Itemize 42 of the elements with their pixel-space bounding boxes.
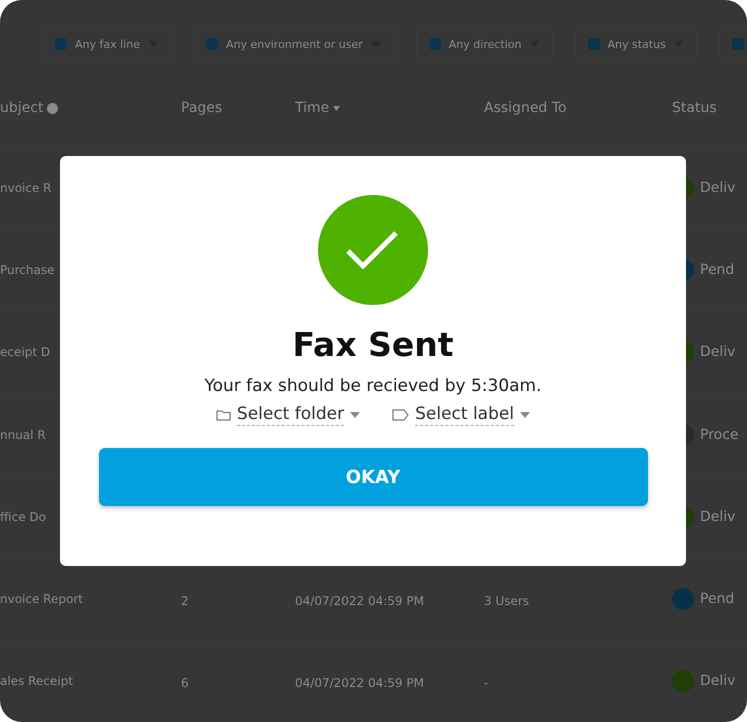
subject-cell-text: nnual R: [0, 428, 47, 442]
subject-cell-text: nvoice R: [0, 180, 53, 195]
info-icon: [47, 102, 58, 114]
folder-icon: [216, 409, 231, 421]
filter-dropdown[interactable]: Any environment or user: [192, 26, 394, 62]
time-cell: 04/07/2022 04:59 PM: [295, 676, 424, 690]
dialog-title: Fax Sent: [292, 325, 454, 364]
status-text: Deliv: [700, 344, 736, 360]
time-cell: 04/07/2022 04:59 PM: [295, 594, 424, 608]
filter-dropdown[interactable]: Any fax line: [42, 26, 171, 62]
dialog-message: Your fax should be recieved by 5:30am.: [204, 376, 542, 396]
label-select[interactable]: Select label: [392, 404, 530, 426]
subject-cell-text: ales Receipt: [0, 674, 74, 688]
caret-icon: [350, 412, 360, 418]
assigned-cell: -: [484, 676, 488, 690]
folder-select[interactable]: Select folder: [216, 404, 360, 426]
column-header[interactable]: Pages: [181, 100, 295, 116]
column-header[interactable]: Status: [672, 100, 747, 116]
subject-cell-text: Purchase: [0, 263, 56, 278]
caret-icon: [520, 412, 530, 418]
sort-arrow-icon: [333, 106, 340, 111]
assigned-cell: 3 Users: [484, 594, 530, 608]
tag-icon: [392, 409, 410, 421]
filter-dropdown[interactable]: [718, 26, 747, 62]
status-text: Proce: [700, 426, 739, 443]
filter-dropdown[interactable]: Any status: [574, 26, 697, 62]
status-text: Deliv: [700, 180, 736, 196]
filter-dropdown[interactable]: Any direction: [416, 26, 552, 62]
status-text: Pend: [700, 591, 734, 608]
okay-button[interactable]: OKAY: [98, 448, 648, 506]
subject-cell-text: eceipt D: [0, 345, 52, 360]
pages-cell: 2: [181, 594, 189, 608]
column-header[interactable]: Time: [295, 100, 484, 116]
pages-cell: 6: [181, 676, 189, 690]
status-text: Deliv: [700, 673, 736, 690]
subject-cell-text: ffice Do: [0, 510, 47, 524]
column-header[interactable]: ubject: [0, 100, 181, 116]
status-text: Deliv: [700, 508, 736, 525]
column-header[interactable]: Assigned To: [484, 100, 672, 116]
status-text: Pend: [700, 262, 734, 278]
success-check-icon: [318, 195, 428, 305]
subject-cell-text: nvoice Report: [0, 592, 84, 606]
